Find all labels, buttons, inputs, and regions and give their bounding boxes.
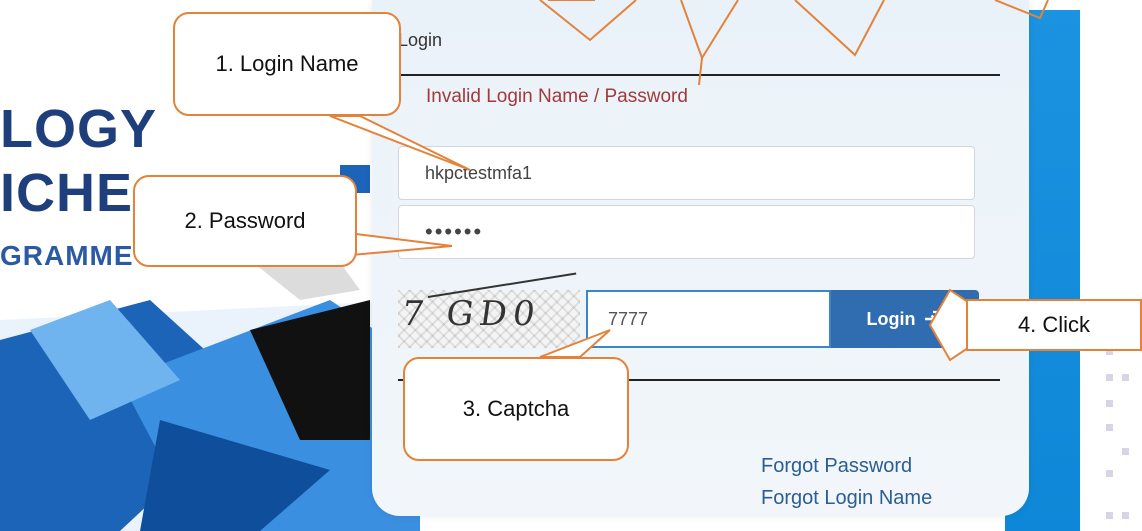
error-message: Invalid Login Name / Password <box>426 86 688 107</box>
login-title: Login <box>398 30 443 50</box>
login-name-input[interactable]: hkpctestmfa1 <box>398 146 975 200</box>
password-input[interactable]: •••••• <box>398 205 975 259</box>
divider-top <box>398 74 1000 76</box>
banner-text-line-3: GRAMME <box>0 240 134 271</box>
banner-text-line-2: ICHE <box>0 163 134 223</box>
decorative-dots <box>1100 340 1142 531</box>
forgot-password-link[interactable]: Forgot Password <box>761 455 912 478</box>
callout-click: 4. Click <box>966 299 1142 351</box>
login-button-label: Login <box>866 308 916 329</box>
callout-login-name: 1. Login Name <box>173 12 401 116</box>
login-enter-icon <box>925 310 943 328</box>
captcha-input[interactable]: 7777 <box>586 290 831 348</box>
callout-captcha: 3. Captcha <box>403 357 629 461</box>
captcha-image-text: 7 GD0 <box>399 294 544 334</box>
banner-text-line-1: LOGY <box>0 99 158 159</box>
forgot-login-name-link[interactable]: Forgot Login Name <box>761 487 932 510</box>
callout-password: 2. Password <box>133 175 357 267</box>
captcha-image: 7 GD0 <box>398 272 580 348</box>
login-button[interactable]: Login <box>831 290 979 348</box>
